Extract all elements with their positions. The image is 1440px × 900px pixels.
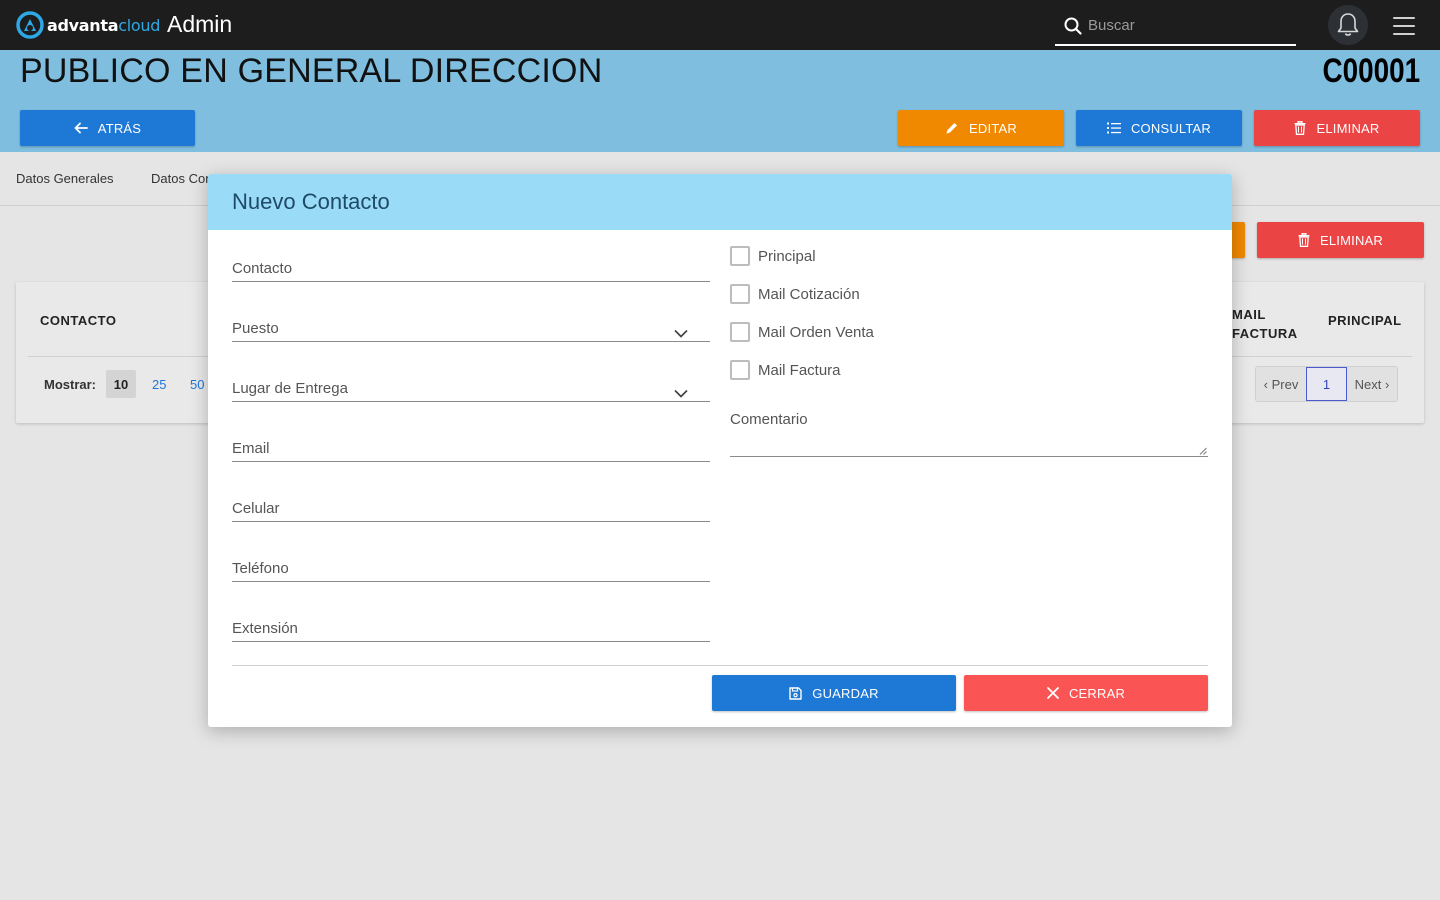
principal-checkbox[interactable] [730,246,750,266]
puesto-label: Puesto [232,320,279,337]
pagination-prev[interactable]: ‹ Prev [1256,367,1306,401]
logo-icon [16,11,44,39]
trash-icon [1298,233,1310,247]
back-button[interactable]: ATRÁS [20,110,195,146]
mail-factura-checkbox-row[interactable]: Mail Factura [730,360,841,380]
back-button-label: ATRÁS [97,120,142,136]
telefono-field[interactable]: Teléfono [232,552,710,582]
mail-cotizacion-checkbox-row[interactable]: Mail Cotización [730,284,860,304]
modal-header: Nuevo Contacto [208,174,1232,230]
delete-button-label: ELIMINAR [1316,120,1380,136]
list-icon [1106,122,1121,134]
column-header-mail-factura-line2: FACTURA [1232,326,1298,341]
tab-datos-generales[interactable]: Datos Generales [16,171,114,186]
hamburger-menu-icon[interactable] [1393,17,1415,35]
mail-factura-checkbox[interactable] [730,360,750,380]
new-contact-modal: Nuevo Contacto Contacto Puesto Lugar de … [208,174,1232,727]
tab-datos-contacto[interactable]: Datos Con [151,171,212,186]
mail-factura-checkbox-label: Mail Factura [758,361,841,379]
notifications-button[interactable] [1328,5,1368,45]
mail-orden-venta-checkbox-label: Mail Orden Venta [758,323,874,341]
trash-icon [1294,121,1306,135]
arrow-left-icon [74,122,88,134]
consult-button-label: CONSULTAR [1130,120,1212,136]
page-size-10[interactable]: 10 [106,370,136,398]
modal-footer-divider [232,665,1208,666]
top-navbar: advantacloud Admin [0,0,1440,50]
mail-cotizacion-checkbox[interactable] [730,284,750,304]
close-button[interactable]: CERRAR [964,675,1208,711]
pagination: ‹ Prev 1 Next › [1255,366,1398,402]
pagination-next[interactable]: Next › [1347,367,1397,401]
page-size-50[interactable]: 50 [190,370,204,398]
logo-text: advantacloud [47,15,161,35]
client-name: PUBLICO EN GENERAL DIRECCION [20,52,603,90]
extension-field[interactable]: Extensión [232,612,710,642]
consult-button[interactable]: CONSULTAR [1076,110,1242,146]
pagination-page-1[interactable]: 1 [1306,367,1347,401]
mail-cotizacion-checkbox-label: Mail Cotización [758,285,860,303]
app-title: Admin [167,11,233,37]
comentario-textarea[interactable] [730,436,1208,457]
search-box[interactable] [1055,7,1296,46]
search-icon [1064,17,1082,35]
lugar-entrega-label: Lugar de Entrega [232,380,348,397]
puesto-select[interactable]: Puesto [232,312,710,342]
edit-button-label: EDITAR [969,120,1017,136]
save-button[interactable]: GUARDAR [712,675,956,711]
client-code: C00001 [1322,52,1420,90]
email-field[interactable]: Email [232,432,710,462]
delete-button[interactable]: ELIMINAR [1254,110,1420,146]
page-size-label: Mostrar: [44,377,97,392]
chevron-down-icon [674,389,688,398]
close-button-label: CERRAR [1068,685,1126,701]
contacto-label: Contacto [232,260,293,277]
pencil-icon [946,123,958,134]
contacts-delete-button[interactable]: ELIMINAR [1257,222,1424,258]
contacts-delete-label: ELIMINAR [1319,232,1383,248]
resize-grip-icon[interactable] [1199,447,1207,455]
page-size-25[interactable]: 25 [152,370,166,398]
search-input[interactable] [1088,17,1288,34]
record-header: PUBLICO EN GENERAL DIRECCION C00001 ATRÁ… [0,50,1440,152]
mail-orden-venta-checkbox-row[interactable]: Mail Orden Venta [730,322,874,342]
celular-field[interactable]: Celular [232,492,710,522]
email-label: Email [232,440,270,457]
extension-label: Extensión [232,620,298,637]
comentario-label: Comentario [730,411,808,428]
close-icon [1047,687,1059,699]
modal-title: Nuevo Contacto [232,189,390,214]
save-button-label: GUARDAR [812,685,879,701]
chevron-down-icon [674,329,688,338]
column-header-principal[interactable]: PRINCIPAL [1328,313,1402,328]
column-header-mail-factura-line1: MAIL [1232,307,1266,322]
mail-orden-venta-checkbox[interactable] [730,322,750,342]
principal-checkbox-row[interactable]: Principal [730,246,816,266]
principal-checkbox-label: Principal [758,247,816,265]
column-header-contacto[interactable]: CONTACTO [40,313,116,328]
edit-button[interactable]: EDITAR [898,110,1064,146]
lugar-entrega-select[interactable]: Lugar de Entrega [232,372,710,402]
celular-label: Celular [232,500,280,517]
column-header-mail-factura[interactable]: MAIL FACTURA [1232,305,1298,343]
bell-icon [1337,13,1359,36]
save-icon [789,686,802,700]
telefono-label: Teléfono [232,560,289,577]
contacto-field[interactable]: Contacto [232,252,710,282]
brand-logo[interactable]: advantacloud [16,11,160,39]
